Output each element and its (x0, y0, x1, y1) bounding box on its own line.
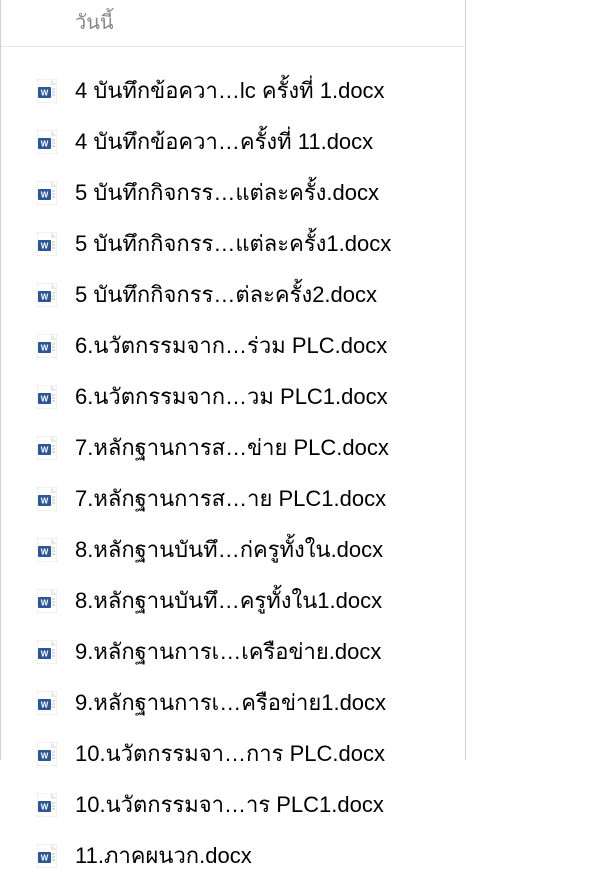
file-item[interactable]: W 5 บันทึกกิจกรร…แต่ละครั้ง.docx (1, 167, 465, 218)
svg-text:W: W (41, 343, 49, 352)
word-doc-icon: W (37, 283, 57, 307)
file-name-label: 4 บันทึกข้อควา…lc ครั้งที่ 1.docx (75, 73, 385, 108)
file-name-label: 5 บันทึกกิจกรร…ต่ละครั้ง2.docx (75, 277, 377, 312)
file-name-label: 4 บันทึกข้อควา…ครั้งที่ 11.docx (75, 124, 373, 159)
file-name-label: 5 บันทึกกิจกรร…แต่ละครั้ง1.docx (75, 226, 391, 261)
word-doc-icon: W (37, 589, 57, 613)
file-item[interactable]: W 4 บันทึกข้อควา…ครั้งที่ 11.docx (1, 116, 465, 167)
date-header: วันนี้ (1, 0, 465, 47)
svg-text:W: W (41, 445, 49, 454)
file-item[interactable]: W 4 บันทึกข้อควา…lc ครั้งที่ 1.docx (1, 65, 465, 116)
file-item[interactable]: W 10.นวัตกรรมจา…การ PLC.docx (1, 728, 465, 779)
word-doc-icon: W (37, 487, 57, 511)
word-doc-icon: W (37, 640, 57, 664)
date-header-label: วันนี้ (75, 12, 114, 34)
svg-text:W: W (41, 547, 49, 556)
svg-text:W: W (41, 88, 49, 97)
file-name-label: 8.หลักฐานบันทึ…ครูทั้งใน1.docx (75, 583, 382, 618)
svg-text:W: W (41, 190, 49, 199)
word-doc-icon: W (37, 844, 57, 868)
file-name-label: 8.หลักฐานบันทึ…ก่ครูทั้งใน.docx (75, 532, 383, 567)
file-item[interactable]: W 9.หลักฐานการเ…ครือข่าย1.docx (1, 677, 465, 728)
word-doc-icon: W (37, 691, 57, 715)
file-item[interactable]: W 5 บันทึกกิจกรร…แต่ละครั้ง1.docx (1, 218, 465, 269)
svg-text:W: W (41, 292, 49, 301)
svg-text:W: W (41, 598, 49, 607)
file-item[interactable]: W 10.นวัตกรรมจา…าร PLC1.docx (1, 779, 465, 830)
word-doc-icon: W (37, 436, 57, 460)
file-list-panel: วันนี้ W 4 บันทึกข้อควา…lc ครั้งที่ 1.do… (0, 0, 466, 760)
svg-text:W: W (41, 649, 49, 658)
svg-text:W: W (41, 802, 49, 811)
svg-text:W: W (41, 853, 49, 862)
file-name-label: 6.นวัตกรรมจาก…ร่วม PLC.docx (75, 328, 387, 363)
file-list: W 4 บันทึกข้อควา…lc ครั้งที่ 1.docx W 4 … (1, 47, 465, 881)
word-doc-icon: W (37, 181, 57, 205)
word-doc-icon: W (37, 79, 57, 103)
svg-text:W: W (41, 700, 49, 709)
svg-text:W: W (41, 394, 49, 403)
file-item[interactable]: W 6.นวัตกรรมจาก…ร่วม PLC.docx (1, 320, 465, 371)
file-item[interactable]: W 7.หลักฐานการส…ข่าย PLC.docx (1, 422, 465, 473)
svg-text:W: W (41, 241, 49, 250)
file-item[interactable]: W 8.หลักฐานบันทึ…ก่ครูทั้งใน.docx (1, 524, 465, 575)
svg-text:W: W (41, 751, 49, 760)
word-doc-icon: W (37, 385, 57, 409)
word-doc-icon: W (37, 538, 57, 562)
word-doc-icon: W (37, 232, 57, 256)
file-item[interactable]: W 11.ภาคผนวก.docx (1, 830, 465, 881)
word-doc-icon: W (37, 334, 57, 358)
file-name-label: 6.นวัตกรรมจาก…วม PLC1.docx (75, 379, 388, 414)
word-doc-icon: W (37, 793, 57, 817)
svg-text:W: W (41, 496, 49, 505)
file-name-label: 10.นวัตกรรมจา…าร PLC1.docx (75, 787, 384, 822)
word-doc-icon: W (37, 130, 57, 154)
file-name-label: 5 บันทึกกิจกรร…แต่ละครั้ง.docx (75, 175, 379, 210)
svg-text:W: W (41, 139, 49, 148)
file-item[interactable]: W 6.นวัตกรรมจาก…วม PLC1.docx (1, 371, 465, 422)
file-name-label: 7.หลักฐานการส…ข่าย PLC.docx (75, 430, 389, 465)
file-item[interactable]: W 8.หลักฐานบันทึ…ครูทั้งใน1.docx (1, 575, 465, 626)
file-name-label: 11.ภาคผนวก.docx (75, 838, 252, 873)
word-doc-icon: W (37, 742, 57, 766)
file-item[interactable]: W 9.หลักฐานการเ…เครือข่าย.docx (1, 626, 465, 677)
file-name-label: 7.หลักฐานการส…าย PLC1.docx (75, 481, 386, 516)
file-name-label: 10.นวัตกรรมจา…การ PLC.docx (75, 736, 385, 771)
file-name-label: 9.หลักฐานการเ…เครือข่าย.docx (75, 634, 381, 669)
file-item[interactable]: W 5 บันทึกกิจกรร…ต่ละครั้ง2.docx (1, 269, 465, 320)
file-name-label: 9.หลักฐานการเ…ครือข่าย1.docx (75, 685, 386, 720)
file-item[interactable]: W 7.หลักฐานการส…าย PLC1.docx (1, 473, 465, 524)
